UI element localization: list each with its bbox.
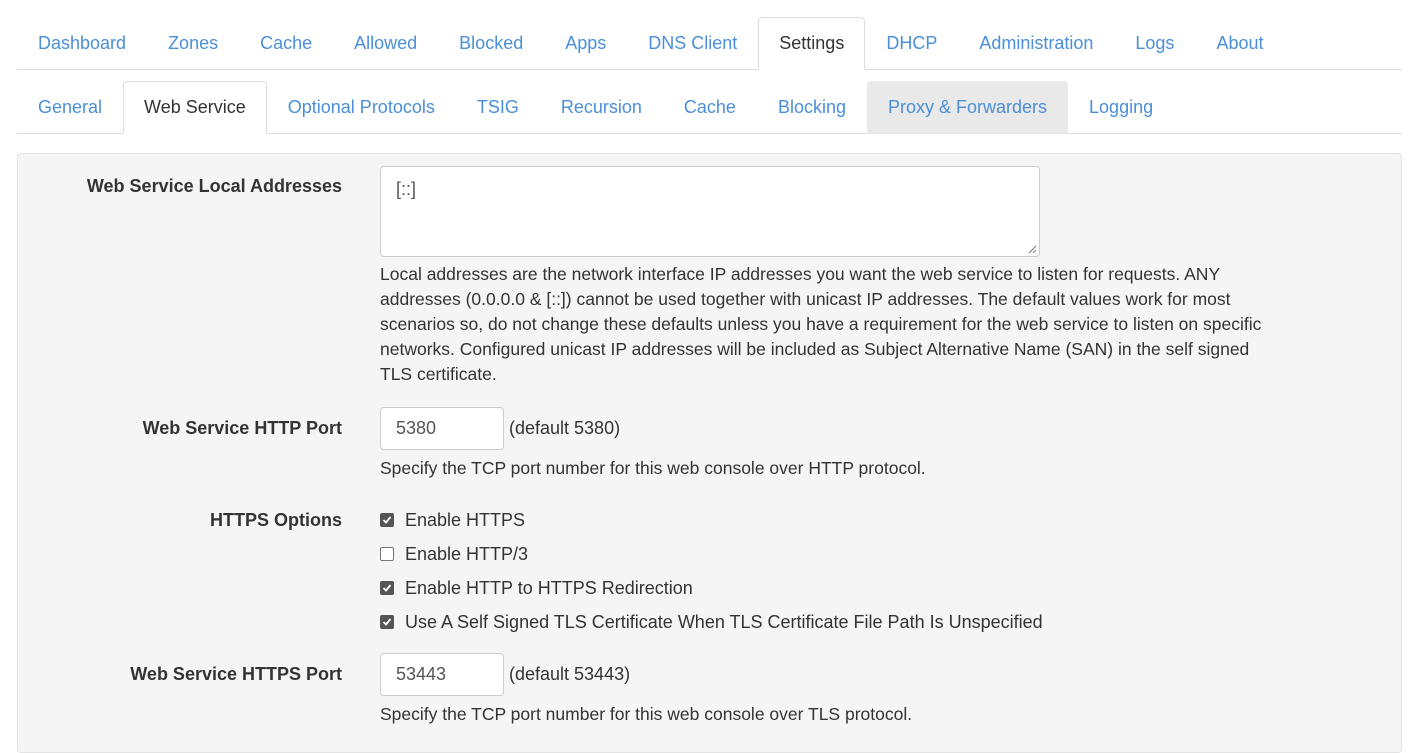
tab-administration[interactable]: Administration	[958, 17, 1114, 70]
enable-https-checkbox[interactable]: Enable HTTPS	[380, 509, 525, 531]
tab-dhcp[interactable]: DHCP	[865, 17, 958, 70]
https-port-default-note: (default 53443)	[509, 664, 631, 684]
http-to-https-redirect-label: Enable HTTP to HTTPS Redirection	[405, 577, 693, 598]
checkbox-checked-icon[interactable]	[380, 581, 394, 595]
subtab-cache[interactable]: Cache	[663, 81, 757, 134]
resize-grip-icon[interactable]	[1027, 244, 1037, 254]
main-nav: Dashboard Zones Cache Allowed Blocked Ap…	[17, 17, 1402, 70]
subtab-logging[interactable]: Logging	[1068, 81, 1174, 134]
http-to-https-redirect-checkbox[interactable]: Enable HTTP to HTTPS Redirection	[380, 577, 693, 599]
tab-logs[interactable]: Logs	[1114, 17, 1195, 70]
http-port-label: Web Service HTTP Port	[142, 418, 342, 438]
tab-about[interactable]: About	[1195, 17, 1284, 70]
tab-apps[interactable]: Apps	[544, 17, 627, 70]
checkbox-checked-icon[interactable]	[380, 513, 394, 527]
tab-allowed[interactable]: Allowed	[333, 17, 438, 70]
subtab-web-service[interactable]: Web Service	[123, 81, 267, 134]
https-port-label: Web Service HTTPS Port	[130, 664, 342, 684]
local-addresses-help: Local addresses are the network interfac…	[380, 264, 1262, 384]
subtab-optional-protocols[interactable]: Optional Protocols	[267, 81, 456, 134]
subtab-general[interactable]: General	[17, 81, 123, 134]
self-signed-cert-checkbox[interactable]: Use A Self Signed TLS Certificate When T…	[380, 611, 1043, 633]
tab-dashboard[interactable]: Dashboard	[17, 17, 147, 70]
local-addresses-value: [::]	[396, 179, 417, 199]
https-options-label: HTTPS Options	[210, 510, 342, 530]
tab-dns-client[interactable]: DNS Client	[627, 17, 758, 70]
https-port-help: Specify the TCP port number for this web…	[380, 704, 913, 724]
tab-cache[interactable]: Cache	[239, 17, 333, 70]
local-addresses-label: Web Service Local Addresses	[86, 176, 342, 196]
settings-nav: General Web Service Optional Protocols T…	[17, 81, 1402, 134]
subtab-blocking[interactable]: Blocking	[757, 81, 867, 134]
http-port-input[interactable]: 5380	[380, 407, 504, 450]
enable-http3-label: Enable HTTP/3	[405, 543, 529, 564]
subtab-proxy-forwarders[interactable]: Proxy & Forwarders	[866, 81, 1069, 134]
subtab-tsig[interactable]: TSIG	[456, 81, 540, 134]
enable-https-label: Enable HTTPS	[405, 509, 526, 530]
subtab-recursion[interactable]: Recursion	[540, 81, 663, 134]
https-port-input[interactable]: 53443	[380, 653, 504, 696]
http-port-default-note: (default 5380)	[509, 418, 621, 438]
self-signed-cert-label: Use A Self Signed TLS Certificate When T…	[405, 611, 1043, 632]
checkbox-checked-icon[interactable]	[380, 615, 394, 629]
local-addresses-textarea[interactable]: [::]	[380, 166, 1040, 257]
http-port-help: Specify the TCP port number for this web…	[380, 458, 926, 478]
tab-blocked[interactable]: Blocked	[438, 17, 544, 70]
tab-settings[interactable]: Settings	[758, 17, 866, 70]
enable-http3-checkbox[interactable]: Enable HTTP/3	[380, 543, 528, 565]
web-service-settings-panel: Web Service Local Addresses [::] Local a…	[17, 153, 1402, 753]
checkbox-unchecked-icon[interactable]	[380, 547, 394, 561]
tab-zones[interactable]: Zones	[147, 17, 239, 70]
